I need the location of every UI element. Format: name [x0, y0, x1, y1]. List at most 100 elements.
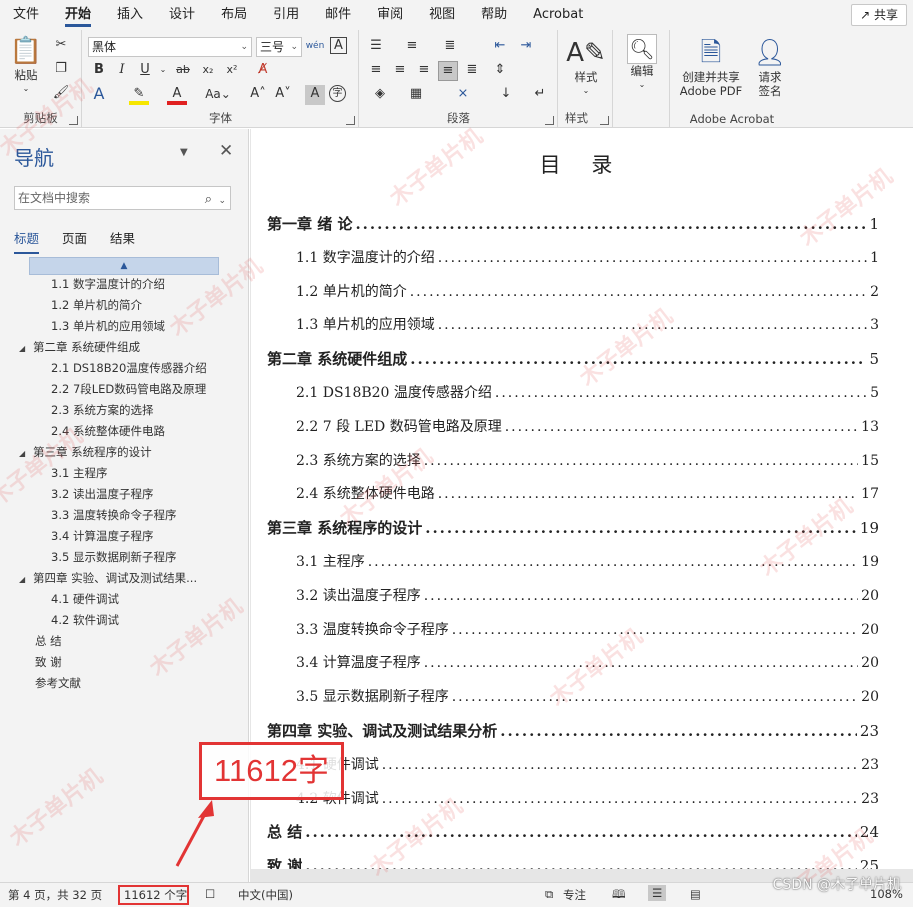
nav-heading-item[interactable]: 致 谢: [35, 652, 62, 673]
menu-tab-0[interactable]: 文件: [0, 0, 52, 30]
nav-heading-item[interactable]: 总 结: [35, 631, 62, 652]
font-color-icon[interactable]: A: [167, 85, 187, 105]
document-page[interactable]: 目 录 第一章 绪 论 1 1.1 数字温度计的介绍 1 1.2 单片机的简介 2 1.3 …: [251, 129, 913, 869]
subscript-icon[interactable]: x₂: [198, 61, 218, 81]
clipboard-launcher[interactable]: [69, 116, 78, 125]
font-name-combo[interactable]: 黑体 ⌄: [88, 37, 252, 57]
nav-heading-item[interactable]: 3.3 温度转换命令子程序: [51, 505, 176, 526]
read-mode-icon[interactable]: 🕮︎: [612, 887, 626, 906]
collapse-triangle-icon[interactable]: ◢: [19, 338, 33, 359]
nav-tab-1[interactable]: 页面: [62, 228, 87, 254]
shrink-font-icon[interactable]: A˅: [273, 85, 293, 105]
numbering-icon[interactable]: ≡: [402, 37, 422, 57]
toc-chapter-row[interactable]: 第四章 实验、调试及测试结果分析 23: [267, 720, 879, 741]
menu-tab-10[interactable]: Acrobat: [520, 0, 596, 30]
menu-tab-4[interactable]: 布局: [208, 0, 260, 30]
nav-heading-item[interactable]: ◢ 第四章 实验、调试及测试结果...: [19, 568, 197, 589]
nav-tab-0[interactable]: 标题: [14, 228, 40, 254]
nav-heading-item[interactable]: ◢ 第三章 系统程序的设计: [19, 442, 152, 463]
menu-tab-3[interactable]: 设计: [156, 0, 208, 30]
toc-section-row[interactable]: 2.1 DS18B20 温度传感器介绍 5: [296, 382, 879, 402]
menu-tab-5[interactable]: 引用: [260, 0, 312, 30]
font-size-combo[interactable]: 三号 ⌄: [256, 37, 302, 57]
focus-icon[interactable]: ⧉: [545, 887, 553, 902]
toc-section-row[interactable]: 3.5 显示数据刷新子程序 20: [296, 686, 879, 706]
strikethrough-icon[interactable]: ab: [173, 61, 193, 81]
asian-layout-icon[interactable]: ⨯: [453, 85, 473, 105]
editing-button[interactable]: 🔍︎ 编辑 ⌄: [624, 34, 660, 92]
nav-heading-item[interactable]: ◢ 第二章 系统硬件组成: [19, 337, 140, 358]
chevron-down-icon[interactable]: ⌄: [218, 190, 226, 212]
increase-indent-icon[interactable]: ⇥: [516, 37, 536, 57]
toc-section-row[interactable]: 2.4 系统整体硬件电路 17: [296, 483, 879, 503]
nav-tab-2[interactable]: 结果: [110, 228, 135, 254]
toc-chapter-row[interactable]: 第二章 系统硬件组成 5: [267, 348, 879, 369]
toc-chapter-row[interactable]: 第一章 绪 论 1: [267, 213, 879, 234]
distributed-icon[interactable]: ≣: [462, 61, 482, 81]
highlight-icon[interactable]: ✎: [129, 85, 149, 105]
nav-heading-item[interactable]: 1.1 数字温度计的介绍: [51, 274, 165, 295]
collapse-triangle-icon[interactable]: ◢: [19, 569, 33, 590]
nav-heading-item[interactable]: 3.2 读出温度子程序: [51, 484, 153, 505]
show-marks-icon[interactable]: ↵: [530, 85, 550, 105]
sort-icon[interactable]: ↓: [496, 85, 516, 105]
toc-section-row[interactable]: 2.3 系统方案的选择 15: [296, 450, 879, 470]
bold-icon[interactable]: B: [89, 61, 109, 81]
nav-options-icon[interactable]: ▼: [180, 147, 188, 158]
nav-heading-item[interactable]: 2.4 系统整体硬件电路: [51, 421, 165, 442]
menu-tab-7[interactable]: 审阅: [364, 0, 416, 30]
toc-section-row[interactable]: 1.3 单片机的应用领域 3: [296, 314, 879, 334]
proofing-icon[interactable]: ☐: [205, 887, 215, 901]
request-signature-button[interactable]: 👤︎ 请求 签名: [751, 36, 789, 98]
underline-dropdown-icon[interactable]: ⌄: [153, 61, 173, 81]
nav-heading-item[interactable]: 1.2 单片机的简介: [51, 295, 142, 316]
styles-launcher[interactable]: [600, 116, 609, 125]
nav-search-input[interactable]: 在文档中搜索 ⌕ ⌄: [14, 186, 231, 210]
toc-section-row[interactable]: 2.2 7 段 LED 数码管电路及原理 13: [296, 416, 879, 436]
line-spacing-icon[interactable]: ⇕: [490, 61, 510, 81]
nav-heading-item[interactable]: 2.1 DS18B20温度传感器介绍: [51, 358, 207, 379]
grow-font-icon[interactable]: A˄: [248, 85, 268, 105]
toc-section-row[interactable]: 4.1 硬件调试23: [296, 754, 879, 774]
menu-tab-2[interactable]: 插入: [104, 0, 156, 30]
font-launcher[interactable]: [346, 116, 355, 125]
toc-section-row[interactable]: 3.2 读出温度子程序 20: [296, 585, 879, 605]
toc-section-row[interactable]: 3.3 温度转换命令子程序 20: [296, 619, 879, 639]
toc-section-row[interactable]: 3.4 计算温度子程序 20: [296, 652, 879, 672]
menu-tab-1[interactable]: 开始: [52, 0, 104, 30]
close-icon[interactable]: ✕: [219, 141, 233, 161]
phonetic-guide-icon[interactable]: wén: [305, 37, 325, 57]
scroll-up-button[interactable]: ▲: [29, 257, 219, 275]
create-share-pdf-button[interactable]: 🗎 创建并共享 Adobe PDF: [675, 36, 747, 98]
change-case-icon[interactable]: Aa⌄: [204, 85, 232, 105]
menu-tab-6[interactable]: 邮件: [312, 0, 364, 30]
cut-icon[interactable]: ✂: [51, 36, 71, 56]
clear-formatting-icon[interactable]: A̸: [253, 61, 273, 81]
word-count[interactable]: 11612 个字: [124, 887, 187, 903]
nav-heading-item[interactable]: 参考文献: [35, 673, 81, 694]
nav-heading-item[interactable]: 4.1 硬件调试: [51, 589, 119, 610]
collapse-triangle-icon[interactable]: ◢: [19, 443, 33, 464]
underline-icon[interactable]: U: [135, 61, 155, 81]
styles-button[interactable]: A✎ 样式 ⌄: [565, 36, 607, 98]
menu-tab-9[interactable]: 帮助: [468, 0, 520, 30]
print-layout-icon[interactable]: ☰: [648, 885, 667, 901]
nav-heading-item[interactable]: 2.3 系统方案的选择: [51, 400, 153, 421]
borders-icon[interactable]: ▦: [406, 85, 426, 105]
toc-section-row[interactable]: 1.2 单片机的简介 2: [296, 281, 879, 301]
share-button[interactable]: ↗ 共享: [851, 4, 907, 26]
toc-section-row[interactable]: 4.2 软件调试23: [296, 788, 879, 808]
justify-icon[interactable]: ≡: [438, 61, 458, 81]
focus-label[interactable]: 专注: [563, 887, 586, 903]
toc-section-row[interactable]: 3.1 主程序 19: [296, 551, 879, 571]
multilevel-list-icon[interactable]: ≣: [440, 37, 460, 57]
toc-section-row[interactable]: 1.1 数字温度计的介绍 1: [296, 247, 879, 267]
nav-heading-item[interactable]: 1.3 单片机的应用领域: [51, 316, 165, 337]
copy-icon[interactable]: ❐: [51, 60, 71, 80]
toc-chapter-row[interactable]: 第三章 系统程序的设计 19: [267, 517, 879, 538]
italic-icon[interactable]: I: [112, 61, 132, 81]
decrease-indent-icon[interactable]: ⇤: [490, 37, 510, 57]
align-left-icon[interactable]: ≡: [366, 61, 386, 81]
align-center-icon[interactable]: ≡: [390, 61, 410, 81]
nav-heading-item[interactable]: 3.5 显示数据刷新子程序: [51, 547, 176, 568]
